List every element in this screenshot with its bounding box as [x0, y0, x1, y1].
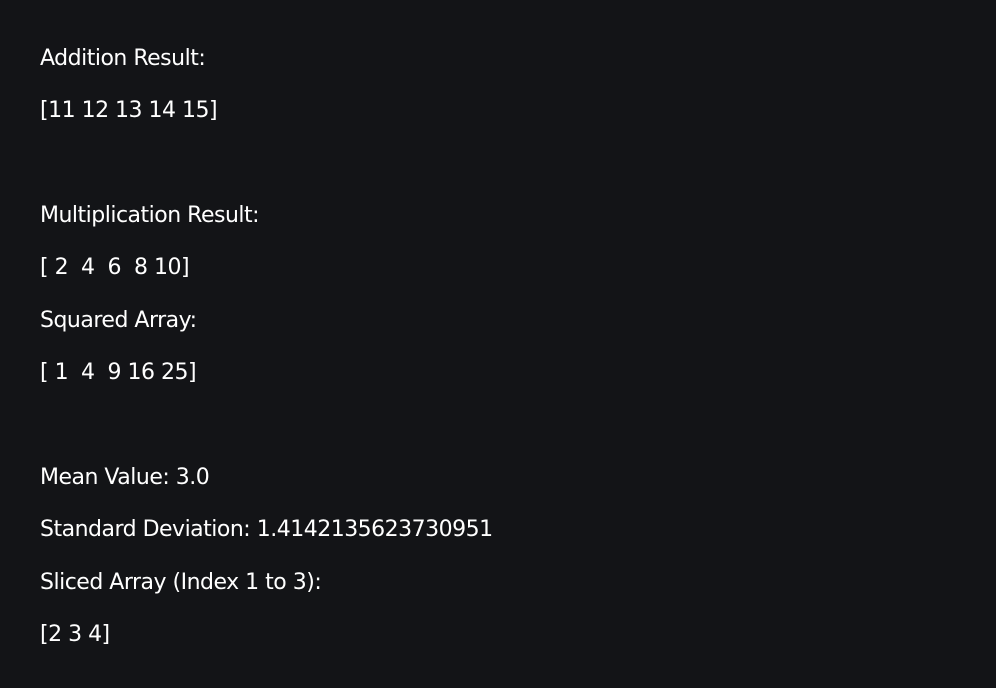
addition-result: [11 12 13 14 15]: [40, 98, 218, 123]
mean-value: Mean Value: 3.0: [40, 465, 210, 490]
sliced-result: [2 3 4]: [40, 622, 110, 647]
console-output: Addition Result: [11 12 13 14 15] Multip…: [0, 0, 996, 688]
multiplication-result: [ 2 4 6 8 10]: [40, 255, 190, 280]
standard-deviation: Standard Deviation: 1.4142135623730951: [40, 517, 493, 542]
multiplication-label: Multiplication Result:: [40, 203, 260, 228]
addition-label: Addition Result:: [40, 46, 206, 71]
squared-result: [ 1 4 9 16 25]: [40, 360, 197, 385]
sliced-label: Sliced Array (Index 1 to 3):: [40, 570, 322, 595]
squared-label: Squared Array:: [40, 308, 197, 333]
